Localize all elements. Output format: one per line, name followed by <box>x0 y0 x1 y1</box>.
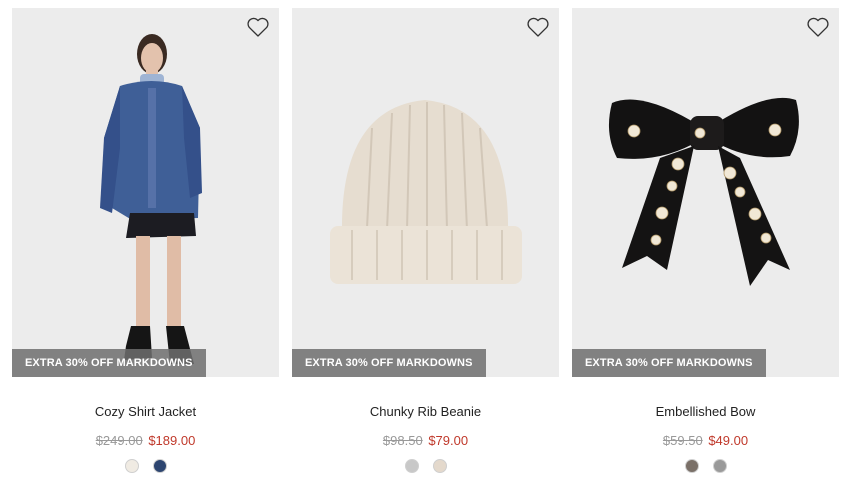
product-price: $249.00 $189.00 <box>12 433 279 448</box>
product-card: EXTRA 30% OFF MARKDOWNS Chunky Rib Beani… <box>292 8 559 478</box>
product-grid: EXTRA 30% OFF MARKDOWNS Cozy Shirt Jacke… <box>0 0 850 478</box>
product-image-bow <box>572 8 839 377</box>
original-price: $98.50 <box>382 433 423 448</box>
color-swatch[interactable] <box>152 459 167 473</box>
color-swatch[interactable] <box>712 459 727 473</box>
product-card: EXTRA 30% OFF MARKDOWNS Cozy Shirt Jacke… <box>12 8 279 478</box>
heart-outline-icon[interactable] <box>246 16 270 38</box>
product-image-jacket <box>12 8 279 377</box>
color-swatches <box>12 459 279 473</box>
color-swatch[interactable] <box>432 459 447 473</box>
heart-outline-icon[interactable] <box>526 16 550 38</box>
original-price: $59.50 <box>662 433 703 448</box>
product-name[interactable]: Cozy Shirt Jacket <box>12 404 279 419</box>
product-name[interactable]: Embellished Bow <box>572 404 839 419</box>
color-swatch[interactable] <box>404 459 419 473</box>
product-card: EXTRA 30% OFF MARKDOWNS Embellished Bow … <box>572 8 839 478</box>
color-swatch[interactable] <box>124 459 139 473</box>
product-image-link[interactable]: EXTRA 30% OFF MARKDOWNS <box>572 8 839 377</box>
promo-badge: EXTRA 30% OFF MARKDOWNS <box>12 349 206 377</box>
color-swatches <box>572 459 839 473</box>
promo-badge: EXTRA 30% OFF MARKDOWNS <box>292 349 486 377</box>
sale-price: $79.00 <box>428 433 469 448</box>
product-name[interactable]: Chunky Rib Beanie <box>292 404 559 419</box>
sale-price: $189.00 <box>148 433 196 448</box>
original-price: $249.00 <box>95 433 143 448</box>
product-price: $98.50 $79.00 <box>292 433 559 448</box>
heart-outline-icon[interactable] <box>806 16 830 38</box>
sale-price: $49.00 <box>708 433 749 448</box>
promo-badge: EXTRA 30% OFF MARKDOWNS <box>572 349 766 377</box>
product-image-link[interactable]: EXTRA 30% OFF MARKDOWNS <box>12 8 279 377</box>
color-swatches <box>292 459 559 473</box>
product-image-link[interactable]: EXTRA 30% OFF MARKDOWNS <box>292 8 559 377</box>
product-price: $59.50 $49.00 <box>572 433 839 448</box>
product-image-beanie <box>292 8 559 377</box>
color-swatch[interactable] <box>684 459 699 473</box>
